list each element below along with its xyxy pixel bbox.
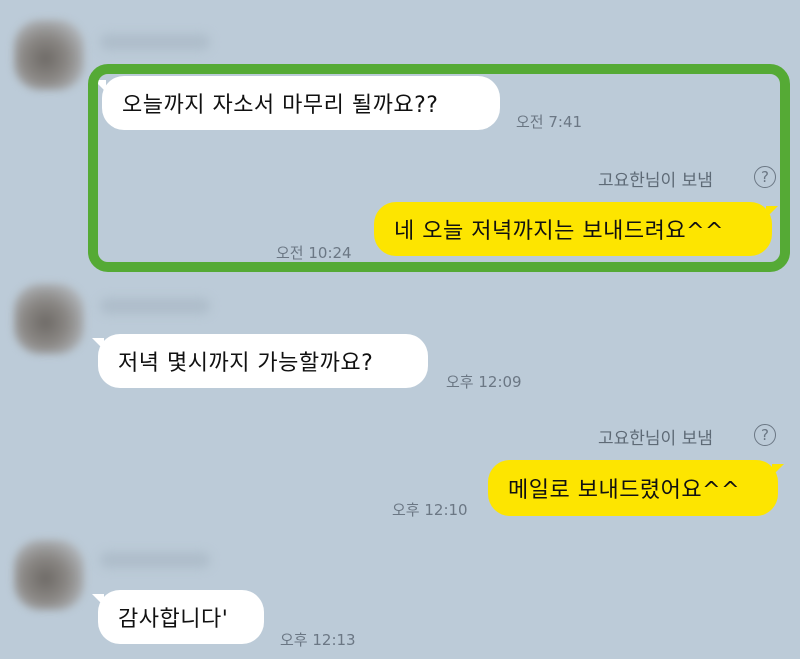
incoming-message-bubble[interactable]: 저녁 몇시까지 가능할까요? (98, 334, 428, 388)
highlight-frame (88, 64, 790, 272)
message-timestamp: 오후 12:10 (392, 501, 468, 519)
sent-by-note: 고요한님이 보냄 (598, 429, 713, 449)
message-timestamp: 오후 12:09 (446, 373, 522, 391)
avatar[interactable] (14, 20, 84, 90)
message-text: 감사합니다' (118, 607, 229, 632)
message-text: 메일로 보내드렸어요^^ (508, 478, 741, 503)
sender-name-redacted (100, 298, 210, 314)
incoming-message-bubble[interactable]: 감사합니다' (98, 590, 264, 644)
sender-name-redacted (100, 34, 210, 50)
sender-name-redacted (100, 552, 210, 568)
avatar[interactable] (14, 540, 84, 610)
help-icon[interactable]: ? (754, 424, 776, 446)
avatar[interactable] (14, 284, 84, 354)
message-timestamp: 오후 12:13 (280, 631, 356, 649)
message-text: 저녁 몇시까지 가능할까요? (118, 351, 374, 376)
outgoing-message-bubble[interactable]: 메일로 보내드렸어요^^ (488, 460, 778, 516)
bubble-tail (772, 464, 784, 476)
